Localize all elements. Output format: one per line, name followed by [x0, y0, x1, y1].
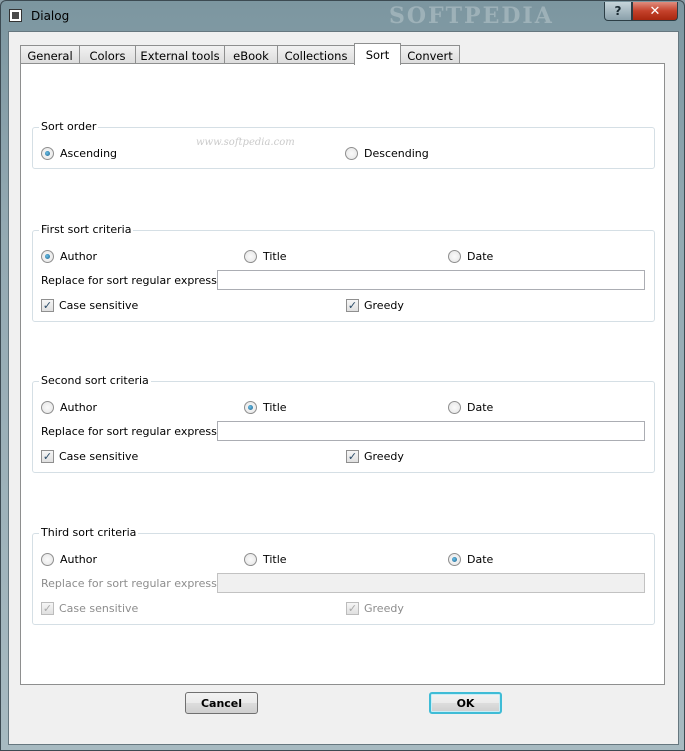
- help-button[interactable]: ?: [604, 2, 632, 21]
- checkbox-indicator[interactable]: ✓: [41, 299, 54, 312]
- checkbox-case-sensitive[interactable]: ✓ Case sensitive: [41, 450, 138, 463]
- tab-general[interactable]: General: [20, 45, 80, 65]
- checkbox-indicator: ✓: [41, 602, 54, 615]
- radio-indicator[interactable]: [448, 250, 461, 263]
- radio-descending[interactable]: Descending: [345, 147, 429, 160]
- tab-ebook[interactable]: eBook: [224, 45, 278, 65]
- radio-label: Ascending: [60, 147, 118, 160]
- checkbox-indicator[interactable]: ✓: [346, 299, 359, 312]
- radio-title[interactable]: Title: [244, 401, 287, 414]
- checkbox-label: Case sensitive: [59, 602, 139, 615]
- radio-label: Date: [467, 553, 494, 566]
- replace-regex-input[interactable]: [217, 270, 645, 290]
- checkbox-label: Greedy: [364, 450, 404, 463]
- radio-label: Date: [467, 250, 494, 263]
- close-button[interactable]: ✕: [632, 2, 678, 21]
- checkbox-indicator[interactable]: ✓: [346, 450, 359, 463]
- radio-indicator[interactable]: [244, 401, 257, 414]
- radio-indicator[interactable]: [41, 147, 54, 160]
- radio-author[interactable]: Author: [41, 401, 97, 414]
- dialog-window: Dialog SOFTPEDIA ? ✕ General Colors Exte…: [0, 0, 685, 751]
- radio-title[interactable]: Title: [244, 553, 287, 566]
- radio-label: Author: [60, 553, 98, 566]
- radio-indicator[interactable]: [244, 250, 257, 263]
- checkbox-greedy: ✓ Greedy: [346, 602, 404, 615]
- radio-ascending[interactable]: Ascending: [41, 147, 117, 160]
- tab-external-tools[interactable]: External tools: [135, 45, 225, 65]
- radio-indicator[interactable]: [448, 401, 461, 414]
- radio-date[interactable]: Date: [448, 250, 493, 263]
- radio-label: Title: [263, 401, 287, 414]
- checkbox-greedy[interactable]: ✓ Greedy: [346, 299, 404, 312]
- checkbox-case-sensitive[interactable]: ✓ Case sensitive: [41, 299, 138, 312]
- replace-regex-label: Replace for sort regular expression: [41, 274, 234, 287]
- radio-label: Author: [60, 401, 98, 414]
- radio-title[interactable]: Title: [244, 250, 287, 263]
- group-title: First sort criteria: [39, 223, 134, 236]
- replace-regex-label: Replace for sort regular expression: [41, 425, 234, 438]
- window-title: Dialog: [31, 9, 70, 23]
- first-sort-criteria-group: First sort criteria Author Title Date Re…: [32, 223, 655, 322]
- checkbox-label: Greedy: [364, 602, 404, 615]
- radio-author[interactable]: Author: [41, 250, 97, 263]
- checkbox-label: Greedy: [364, 299, 404, 312]
- third-sort-criteria-group: Third sort criteria Author Title Date Re…: [32, 526, 655, 625]
- radio-label: Title: [263, 553, 287, 566]
- tab-convert[interactable]: Convert: [400, 45, 460, 65]
- tab-collections[interactable]: Collections: [277, 45, 355, 65]
- replace-regex-input[interactable]: [217, 421, 645, 441]
- radio-label: Title: [263, 250, 287, 263]
- dialog-client-area: General Colors External tools eBook Coll…: [8, 31, 679, 745]
- radio-indicator[interactable]: [345, 147, 358, 160]
- checkbox-case-sensitive: ✓ Case sensitive: [41, 602, 138, 615]
- watermark-logo: SOFTPEDIA: [389, 3, 554, 29]
- checkbox-label: Case sensitive: [59, 299, 139, 312]
- checkbox-greedy[interactable]: ✓ Greedy: [346, 450, 404, 463]
- title-bar[interactable]: Dialog SOFTPEDIA ? ✕: [1, 1, 684, 31]
- tab-colors[interactable]: Colors: [79, 45, 136, 65]
- sort-tab-panel: www.softpedia.com Sort order Ascending D…: [20, 63, 665, 685]
- radio-indicator[interactable]: [41, 250, 54, 263]
- tab-sort[interactable]: Sort: [354, 43, 401, 65]
- radio-author[interactable]: Author: [41, 553, 97, 566]
- checkbox-indicator: ✓: [346, 602, 359, 615]
- radio-indicator[interactable]: [41, 553, 54, 566]
- ok-button[interactable]: OK: [429, 692, 502, 714]
- replace-regex-input: [217, 573, 645, 593]
- group-title: Third sort criteria: [39, 526, 139, 539]
- checkbox-label: Case sensitive: [59, 450, 139, 463]
- group-title: Second sort criteria: [39, 374, 151, 387]
- radio-label: Author: [60, 250, 98, 263]
- radio-indicator[interactable]: [448, 553, 461, 566]
- group-title: Sort order: [39, 120, 99, 133]
- sort-order-group: Sort order Ascending Descending: [32, 120, 655, 169]
- radio-label: Date: [467, 401, 494, 414]
- app-icon[interactable]: [9, 9, 22, 22]
- radio-date[interactable]: Date: [448, 401, 493, 414]
- radio-date[interactable]: Date: [448, 553, 493, 566]
- second-sort-criteria-group: Second sort criteria Author Title Date R…: [32, 374, 655, 473]
- replace-regex-label: Replace for sort regular expression: [41, 577, 234, 590]
- radio-indicator[interactable]: [41, 401, 54, 414]
- cancel-button[interactable]: Cancel: [185, 692, 258, 714]
- radio-label: Descending: [364, 147, 429, 160]
- radio-indicator[interactable]: [244, 553, 257, 566]
- checkbox-indicator[interactable]: ✓: [41, 450, 54, 463]
